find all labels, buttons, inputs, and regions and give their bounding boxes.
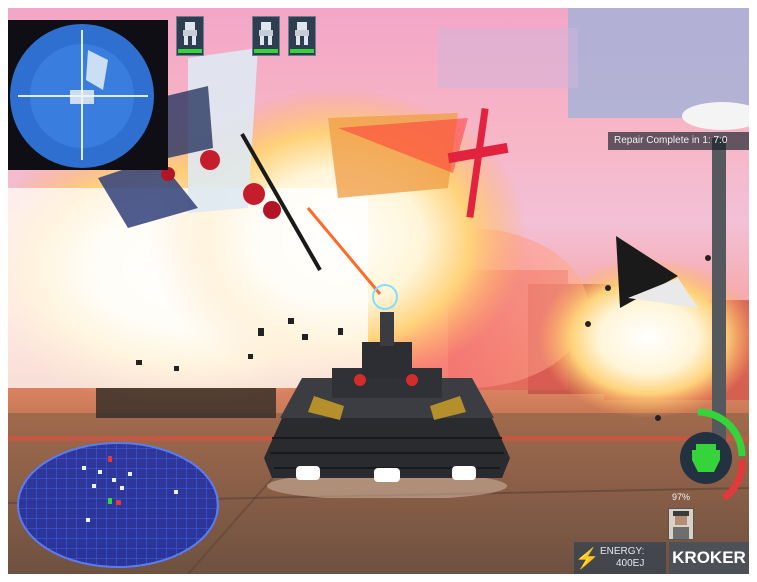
ally-unit-1[interactable] <box>176 16 204 56</box>
energy-value: 400EJ <box>616 558 645 569</box>
game-viewport: Repair Complete in 1: 7:0 97% ⚡ ENERGY: … <box>8 8 749 574</box>
energy-label: ENERGY: <box>600 546 645 557</box>
energy-panel: ⚡ ENERGY: 400EJ <box>574 542 666 574</box>
avatar <box>673 511 689 539</box>
mech-icon <box>183 22 197 45</box>
player-name: KROKER <box>669 542 749 574</box>
battle-scene: Repair Complete in 1: 7:0 97% ⚡ ENERGY: … <box>8 8 749 574</box>
ally-health-bar <box>254 49 278 53</box>
mech-icon <box>295 22 309 45</box>
mech-icon <box>259 22 273 45</box>
ally-health-bar <box>290 49 314 53</box>
armor-percent: 97% <box>672 492 691 502</box>
armor-gauge <box>680 408 746 501</box>
sensor-scope <box>8 20 168 170</box>
ally-unit-3[interactable] <box>288 16 316 56</box>
repair-status: Repair Complete in 1: 7:0 <box>608 132 749 150</box>
ally-unit-2[interactable] <box>252 16 280 56</box>
ally-status-bar <box>176 16 316 56</box>
pilot-portrait <box>668 508 694 540</box>
player-tank <box>264 312 510 498</box>
lightning-bolt-icon: ⚡ <box>574 547 600 570</box>
ally-health-bar <box>178 49 202 53</box>
ground-radar <box>17 442 219 568</box>
